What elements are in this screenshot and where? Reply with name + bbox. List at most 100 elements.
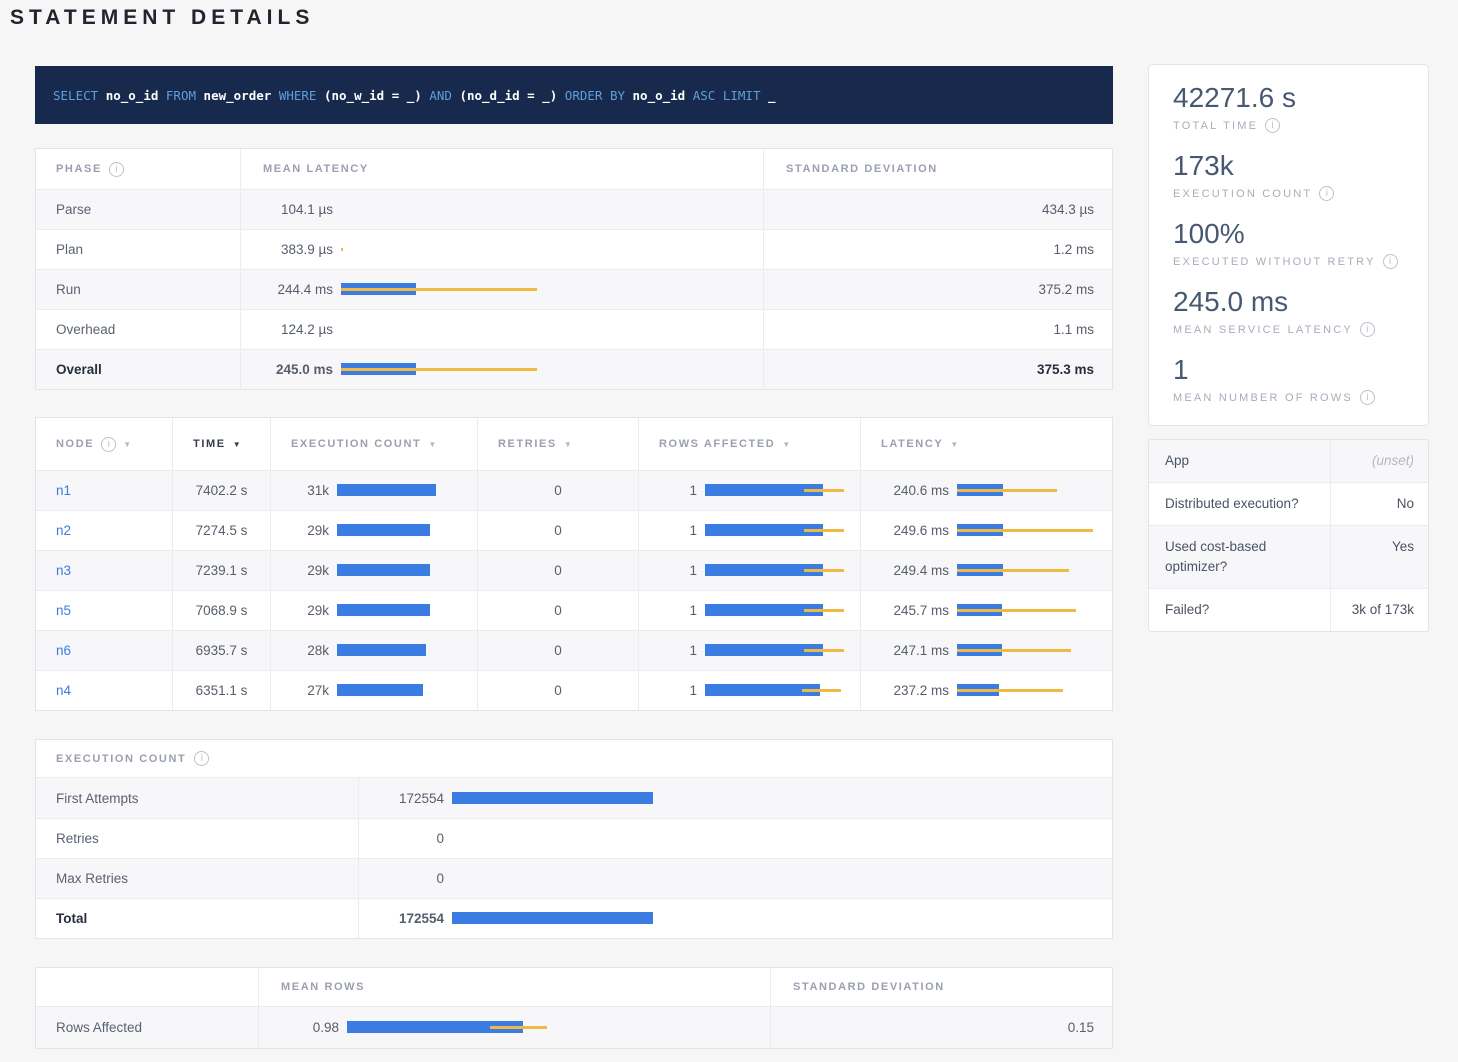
cell-value: 0 [359, 871, 444, 886]
latency-bar [957, 684, 1114, 697]
node-row-n6: n66935.7 s28k01247.1 ms [36, 630, 1112, 670]
value-with-bar-cell: 1 [639, 591, 861, 630]
column-header-rows-affected[interactable]: ROWS AFFECTED▼ [639, 418, 861, 470]
sort-icon[interactable]: ▼ [782, 440, 790, 449]
stat-value: 173k [1173, 149, 1404, 183]
node-link-n5[interactable]: n5 [56, 603, 71, 618]
time-value: 7274.5 s [196, 523, 248, 538]
node-cell: n4 [36, 671, 173, 710]
column-header-retries[interactable]: RETRIES▼ [478, 418, 639, 470]
column-header-execution-count[interactable]: EXECUTION COUNT▼ [271, 418, 478, 470]
detail-row-distributed-execution: Distributed execution? No [1149, 482, 1428, 525]
node-link-n3[interactable]: n3 [56, 563, 71, 578]
info-icon[interactable]: i [1265, 118, 1280, 133]
cell-value: 1 [639, 643, 697, 658]
main-content: SELECT no_o_id FROM new_order WHERE (no_… [35, 66, 1113, 1049]
detail-value: No [1331, 483, 1428, 525]
value-with-bar-cell: 249.4 ms [861, 551, 1114, 590]
bar-stddev [490, 1026, 547, 1029]
sql-identifier: (no_d_id = _) [459, 88, 564, 103]
value-with-bar-cell: 383.9 µs [241, 230, 764, 269]
bar-mean [452, 792, 653, 804]
cell-value: 1 [639, 603, 697, 618]
node-link-n4[interactable]: n4 [56, 683, 71, 698]
bar-stddev [957, 649, 1071, 652]
rows-label-cell: Rows Affected [36, 1007, 259, 1048]
exec-row-first-attempts: First Attempts172554 [36, 778, 1112, 818]
info-icon[interactable]: i [109, 162, 124, 177]
latency-bar [957, 604, 1114, 617]
cell-value: 1 [639, 523, 697, 538]
node-cell: n1 [36, 471, 173, 510]
detail-label: App [1149, 440, 1331, 482]
rows-affected-bar [705, 604, 860, 617]
retries-cell: 0 [478, 511, 639, 550]
column-header-time[interactable]: TIME▼ [173, 418, 271, 470]
value-with-bar-cell: 1 [639, 671, 861, 710]
stat-value: 42271.6 s [1173, 81, 1404, 115]
bar-mean [337, 644, 426, 656]
info-icon[interactable]: i [194, 751, 209, 766]
rows-affected-row: Rows Affected0.980.15 [36, 1006, 1112, 1048]
cell-value: 124.2 µs [241, 322, 333, 337]
cell-value: 1 [639, 563, 697, 578]
bar-stddev [957, 609, 1076, 612]
node-cell: n6 [36, 631, 173, 670]
cell-value: 0.98 [259, 1020, 339, 1035]
std-dev-cell: 1.2 ms [764, 230, 1114, 269]
time-value: 7068.9 s [196, 603, 248, 618]
std-dev-cell: 375.3 ms [764, 350, 1114, 389]
cell-value: 249.4 ms [861, 563, 949, 578]
time-cell: 7402.2 s [173, 471, 271, 510]
cell-value: 31k [271, 483, 329, 498]
execution-count-bar [337, 484, 477, 497]
sql-keyword: ASC LIMIT [693, 88, 768, 103]
stat-total-time: 42271.6 s TOTAL TIME i [1173, 81, 1404, 133]
std-dev-cell: 375.2 ms [764, 270, 1114, 309]
sql-keyword: WHERE [279, 88, 324, 103]
info-icon[interactable]: i [1383, 254, 1398, 269]
value-with-bar-cell: 172554 [359, 778, 1114, 818]
info-icon[interactable]: i [101, 437, 116, 452]
std-dev-value: 1.2 ms [1053, 242, 1094, 257]
phase-label: Run [56, 282, 81, 297]
info-icon[interactable]: i [1319, 186, 1334, 201]
sql-keyword: AND [429, 88, 459, 103]
stat-mean-number-of-rows: 1 MEAN NUMBER OF ROWSi [1173, 353, 1404, 405]
node-link-n6[interactable]: n6 [56, 643, 71, 658]
info-icon[interactable]: i [1360, 322, 1375, 337]
node-link-n1[interactable]: n1 [56, 483, 71, 498]
node-row-n2: n27274.5 s29k01249.6 ms [36, 510, 1112, 550]
value-with-bar-cell: 1 [639, 551, 861, 590]
rows-affected-bar [705, 564, 860, 577]
sql-identifier: (no_w_id = _) [324, 88, 429, 103]
info-icon[interactable]: i [1360, 390, 1375, 405]
sort-icon[interactable]: ▼ [123, 440, 131, 449]
value-with-bar-cell: 104.1 µs [241, 190, 764, 229]
table-title-label: EXECUTION COUNT [56, 753, 186, 765]
cell-value: 249.6 ms [861, 523, 949, 538]
latency-bar [957, 564, 1114, 577]
cell-value: 247.1 ms [861, 643, 949, 658]
sort-icon[interactable]: ▼ [428, 440, 436, 449]
sort-icon[interactable]: ▼ [950, 440, 958, 449]
cell-value: 1 [639, 683, 697, 698]
execution-count-bar [337, 564, 477, 577]
column-header-latency[interactable]: LATENCY▼ [861, 418, 1114, 470]
column-header-label: MEAN ROWS [281, 981, 365, 993]
phase-label-cell: Run [36, 270, 241, 309]
column-header-node[interactable]: NODEi▼ [36, 418, 173, 470]
mean-latency-bar [341, 283, 763, 296]
cell-value: 28k [271, 643, 329, 658]
sort-icon[interactable]: ▼ [564, 440, 572, 449]
detail-label: Failed? [1149, 589, 1331, 631]
value-with-bar-cell: 0.98 [259, 1007, 771, 1048]
rows-affected-bar [705, 484, 860, 497]
node-row-n1: n17402.2 s31k01240.6 ms [36, 470, 1112, 510]
sort-icon[interactable]: ▼ [233, 440, 241, 449]
bar-stddev [957, 489, 1057, 492]
node-link-n2[interactable]: n2 [56, 523, 71, 538]
cell-value: 240.6 ms [861, 483, 949, 498]
value-with-bar-cell: 245.7 ms [861, 591, 1114, 630]
stat-label: TOTAL TIME [1173, 120, 1258, 132]
